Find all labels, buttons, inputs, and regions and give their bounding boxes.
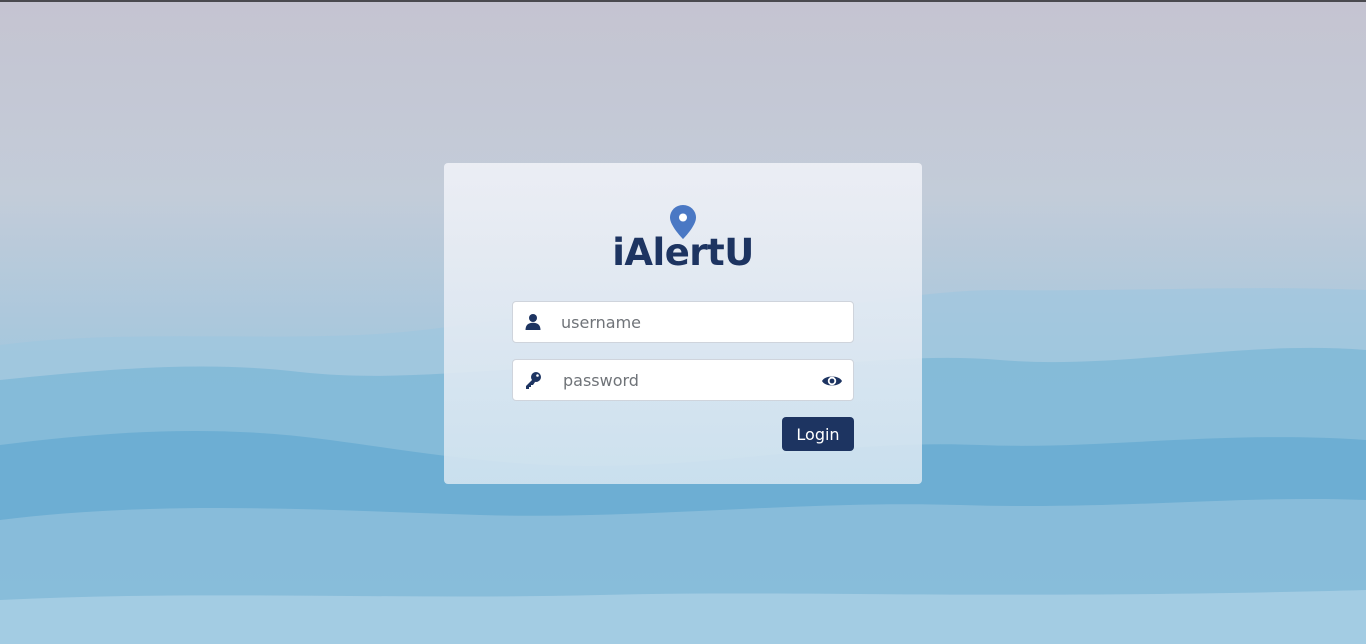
login-card: iAlertU Login bbox=[444, 163, 922, 484]
top-border bbox=[0, 0, 1366, 2]
eye-icon[interactable] bbox=[821, 371, 843, 391]
brand-name: iAlertU bbox=[612, 231, 754, 274]
user-icon bbox=[525, 314, 541, 330]
password-input[interactable] bbox=[563, 360, 813, 400]
key-icon bbox=[526, 372, 541, 389]
username-field bbox=[512, 301, 854, 343]
login-button[interactable]: Login bbox=[782, 417, 854, 451]
password-field bbox=[512, 359, 854, 401]
username-input[interactable] bbox=[561, 302, 811, 342]
